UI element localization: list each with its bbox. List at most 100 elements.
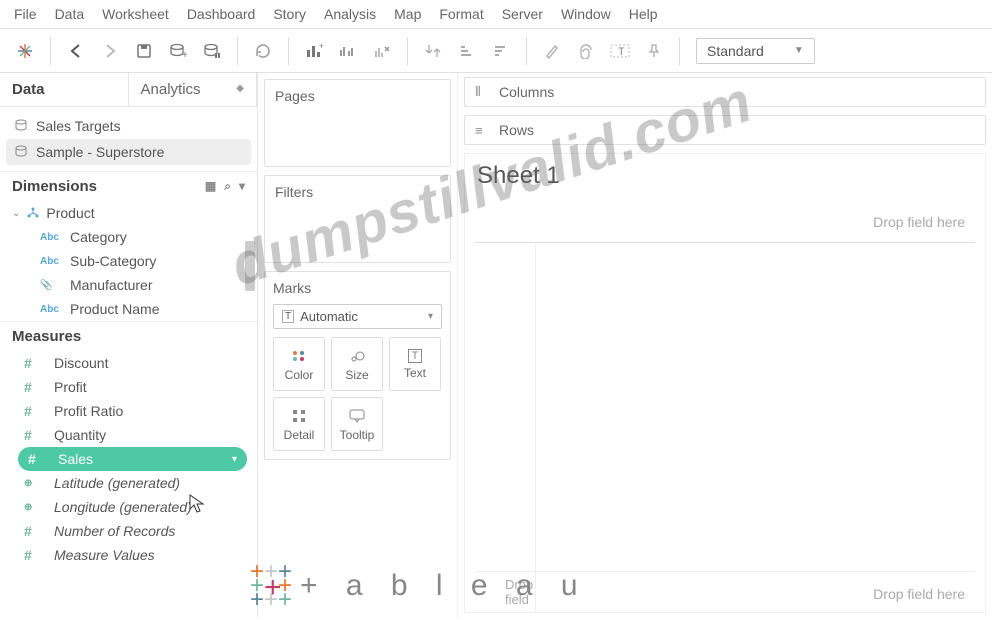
svg-text:+: +: [319, 43, 323, 51]
menu-dashboard[interactable]: Dashboard: [187, 6, 256, 22]
pin-button[interactable]: [639, 36, 669, 66]
datasource-item-selected[interactable]: Sample - Superstore: [6, 139, 251, 165]
mark-tooltip-button[interactable]: Tooltip: [331, 397, 383, 451]
measures-header: Measures: [0, 321, 257, 351]
divider: [535, 244, 536, 612]
tab-analytics[interactable]: Analytics ◆: [129, 73, 258, 106]
tab-data[interactable]: Data: [0, 73, 129, 106]
chevron-down-icon: ⌄: [12, 208, 20, 219]
field-subcategory[interactable]: AbcSub-Category: [0, 249, 257, 273]
mark-text-button[interactable]: TText: [389, 337, 441, 391]
drop-hint-main: Drop field here: [873, 586, 965, 602]
color-icon: [291, 347, 307, 365]
menu-worksheet[interactable]: Worksheet: [102, 6, 169, 22]
new-datasource-button[interactable]: +: [163, 36, 193, 66]
field-category[interactable]: AbcCategory: [0, 225, 257, 249]
svg-text:T: T: [618, 46, 625, 58]
fit-dropdown-label: Standard: [707, 43, 764, 59]
mark-size-button[interactable]: Size: [331, 337, 383, 391]
save-button[interactable]: [129, 36, 159, 66]
number-icon: #: [24, 403, 46, 419]
field-records[interactable]: #Number of Records: [0, 519, 257, 543]
rows-shelf[interactable]: ≡ Rows: [464, 115, 986, 145]
pages-shelf[interactable]: Pages: [264, 79, 451, 167]
text-icon: T: [408, 349, 422, 363]
fit-dropdown[interactable]: Standard ▼: [696, 38, 815, 64]
highlight-button[interactable]: [537, 36, 567, 66]
size-icon: [349, 347, 365, 365]
pause-data-button[interactable]: [197, 36, 227, 66]
menu-analysis[interactable]: Analysis: [324, 6, 376, 22]
canvas-area: ⦀ Columns ≡ Rows Sheet 1 Drop field here…: [458, 73, 992, 617]
menu-file[interactable]: File: [14, 6, 37, 22]
number-icon: #: [28, 451, 50, 467]
field-longitude[interactable]: ⊕Longitude (generated): [0, 495, 257, 519]
menu-map[interactable]: Map: [394, 6, 421, 22]
field-profitratio[interactable]: #Profit Ratio: [0, 399, 257, 423]
back-button[interactable]: [61, 36, 91, 66]
field-manufacturer[interactable]: 📎Manufacturer: [0, 273, 257, 297]
mark-detail-button[interactable]: Detail: [273, 397, 325, 451]
title-button[interactable]: T: [605, 36, 635, 66]
field-discount[interactable]: #Discount: [0, 351, 257, 375]
number-icon: #: [24, 427, 46, 443]
caret-down-icon: ▾: [232, 454, 237, 465]
abc-icon: Abc: [40, 304, 62, 315]
globe-icon: ⊕: [24, 478, 46, 489]
menu-story[interactable]: Story: [273, 6, 306, 22]
field-measurevalues[interactable]: #Measure Values: [0, 543, 257, 567]
menu-help[interactable]: Help: [629, 6, 658, 22]
detail-icon: [292, 407, 306, 425]
number-icon: #: [24, 355, 46, 371]
attach-button[interactable]: [571, 36, 601, 66]
new-sheet-button[interactable]: +: [299, 36, 329, 66]
sort-desc-button[interactable]: [486, 36, 516, 66]
measures-list: #Discount #Profit #Profit Ratio #Quantit…: [0, 351, 257, 567]
svg-text:+: +: [182, 50, 187, 59]
tableau-logo-icon[interactable]: [10, 36, 40, 66]
field-latitude[interactable]: ⊕Latitude (generated): [0, 471, 257, 495]
menu-caret-icon[interactable]: ▾: [239, 179, 245, 194]
swap-button[interactable]: [418, 36, 448, 66]
menu-server[interactable]: Server: [502, 6, 543, 22]
datasource-item[interactable]: Sales Targets: [0, 113, 257, 139]
text-icon: T: [282, 310, 294, 323]
shelves-panel: Pages Filters Marks T Automatic ▾ Color …: [258, 73, 458, 617]
menu-format[interactable]: Format: [439, 6, 483, 22]
field-productname[interactable]: AbcProduct Name: [0, 297, 257, 321]
clear-sheet-button[interactable]: [367, 36, 397, 66]
scrollbar-thumb[interactable]: [245, 241, 255, 291]
number-icon: #: [24, 523, 46, 539]
caret-icon: ◆: [236, 83, 244, 94]
sort-asc-button[interactable]: [452, 36, 482, 66]
field-quantity[interactable]: #Quantity: [0, 423, 257, 447]
menu-data[interactable]: Data: [55, 6, 85, 22]
hierarchy-product[interactable]: ⌄ Product: [0, 201, 257, 225]
divider: [475, 571, 975, 572]
number-icon: #: [24, 379, 46, 395]
filters-shelf[interactable]: Filters: [264, 175, 451, 263]
field-sales-selected[interactable]: #Sales▾: [18, 447, 247, 471]
search-icon[interactable]: ⌕: [224, 179, 231, 194]
sheet-title: Sheet 1: [465, 154, 985, 198]
database-icon: [14, 145, 28, 159]
dimensions-list: ⌄ Product AbcCategory AbcSub-Category 📎M…: [0, 201, 257, 321]
marks-title: Marks: [273, 280, 442, 296]
hierarchy-icon: [26, 206, 40, 220]
database-icon: [14, 119, 28, 133]
view-grid-icon[interactable]: ▦: [205, 179, 216, 194]
mark-type-dropdown[interactable]: T Automatic ▾: [273, 304, 442, 329]
columns-icon: ⦀: [475, 84, 491, 100]
columns-shelf[interactable]: ⦀ Columns: [464, 77, 986, 107]
forward-button[interactable]: [95, 36, 125, 66]
abc-icon: Abc: [40, 232, 62, 243]
refresh-button[interactable]: [248, 36, 278, 66]
mark-color-button[interactable]: Color: [273, 337, 325, 391]
field-profit[interactable]: #Profit: [0, 375, 257, 399]
data-pane: Data Analytics ◆ Sales Targets Sample - …: [0, 73, 258, 617]
sheet-view[interactable]: Sheet 1 Drop field here Drop field Drop …: [464, 153, 986, 613]
tooltip-icon: [349, 407, 365, 425]
toolbar: + + T Standard ▼: [0, 29, 992, 73]
duplicate-sheet-button[interactable]: [333, 36, 363, 66]
menu-window[interactable]: Window: [561, 6, 611, 22]
